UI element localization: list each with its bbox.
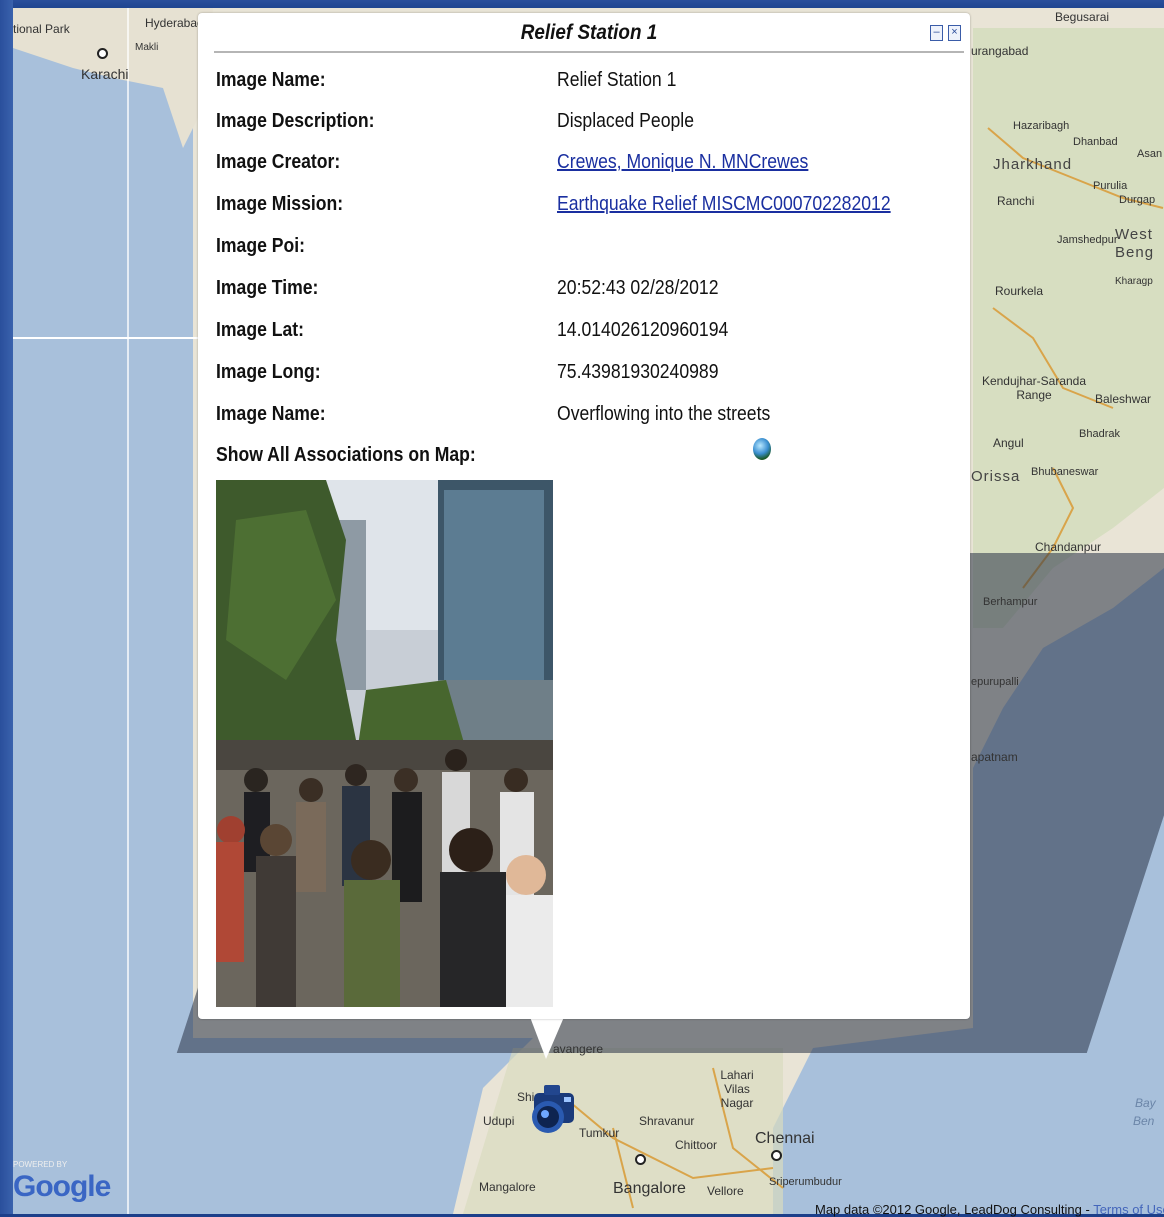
map-label: Makli [135,42,159,53]
terms-of-use-link[interactable]: Terms of Use [1093,1202,1164,1217]
detail-row: Image Long: 75.43981930240989 [216,361,956,391]
detail-label: Image Mission: [216,193,344,215]
detail-label: Image Time: [216,277,319,299]
camera-icon[interactable] [530,1075,578,1143]
map-label: Ranchi [997,194,1035,208]
detail-value: 20:52:43 02/28/2012 [557,277,719,299]
detail-row: Image Name: Overflowing into the streets [216,403,956,433]
map-label: Purulia [1093,180,1128,192]
associations-row: Show All Associations on Map: [216,444,956,474]
map-label: Asan [1137,148,1163,160]
minimize-icon[interactable]: – [930,25,943,41]
map-label: Jamshedpur [1057,234,1118,246]
detail-value: 14.014026120960194 [557,319,729,341]
detail-row: Image Poi: [216,235,956,265]
map-label: Chandanpur [1035,540,1102,554]
info-window: Relief Station 1 – × Image Name: Relief … [198,13,970,1019]
map-label: Hazaribagh [1013,120,1070,132]
close-icon[interactable]: × [948,25,961,41]
map-label: Tumkur [579,1126,620,1140]
map-label: Shravanur [639,1114,695,1128]
detail-value: Displaced People [557,110,694,132]
detail-label: Image Poi: [216,235,306,257]
map-label: Lahari Vilas Nagar [720,1068,754,1110]
map-label: Berhampur [983,596,1038,608]
detail-value: 75.43981930240989 [557,361,719,383]
detail-label: Image Name: [216,69,326,91]
city-marker [635,1154,646,1165]
detail-row: Image Mission: Earthquake Relief MISCMC0… [216,193,956,223]
map-label: Chittoor [675,1138,718,1152]
detail-row: Image Name: Relief Station 1 [216,69,956,99]
image-thumbnail[interactable] [216,480,553,1007]
detail-label: Image Long: [216,361,321,383]
map-label: Bhubaneswar [1031,466,1099,478]
detail-row: Image Creator: Crewes, Monique N. MNCrew… [216,151,956,181]
map-label: Begusarai [1055,10,1110,24]
city-marker [97,48,108,59]
map-label: Durgap [1119,194,1156,206]
map-label: Hyderabad [145,16,204,30]
map-label: Bangalore [613,1180,686,1197]
map-label: Bay [1135,1096,1156,1110]
detail-row: Image Description: Displaced People [216,110,956,140]
map-label: Rourkela [995,284,1044,298]
map-data-text: Map data ©2012 Google, LeadDog Consultin… [815,1202,1094,1217]
info-window-titlebar: Relief Station 1 – × [214,17,964,53]
detail-row: Image Lat: 14.014026120960194 [216,319,956,349]
map-label: Karachi [81,66,129,82]
detail-label: Image Lat: [216,319,305,341]
map-label: Kharagp [1115,276,1153,287]
detail-value: Overflowing into the streets [557,403,771,425]
map-label: West Beng [1115,226,1155,261]
map-label: Sriperumbudur [769,1176,842,1188]
info-window-title: Relief Station 1 [520,21,658,44]
map-label: Jharkhand [993,156,1073,173]
map-label: Chennai [755,1130,815,1147]
map-label: epurupalli [971,676,1019,688]
mission-link[interactable]: Earthquake Relief MISCMC000702282012 [557,193,891,216]
popup-pointer [530,1017,564,1059]
google-logo[interactable]: Google [13,1170,111,1204]
map-label: Ben [1133,1114,1155,1128]
map-label: apatnam [971,750,1018,764]
window-frame-top [0,0,1164,8]
detail-label: Image Name: [216,403,326,425]
map-label: urangabad [971,44,1029,58]
associations-label: Show All Associations on Map: [216,444,476,466]
map-label: Orissa [971,468,1021,485]
map-label: Vellore [707,1184,744,1198]
detail-label: Image Creator: [216,151,341,173]
map-label: Kendujhar-Saranda Range [981,374,1087,402]
map-label: Baleshwar [1095,392,1152,406]
map-label: Udupi [483,1114,515,1128]
map-label: tional Park [13,22,70,36]
detail-value: Relief Station 1 [557,69,677,91]
globe-icon[interactable] [753,438,771,460]
detail-label: Image Description: [216,110,375,132]
photo-crowd-scene [216,480,553,1007]
city-marker [771,1150,782,1161]
creator-link[interactable]: Crewes, Monique N. MNCrewes [557,151,808,174]
map-label: Bhadrak [1079,428,1120,440]
window-frame-left [0,0,13,1214]
map-label: Dhanbad [1073,136,1118,148]
map-label: Angul [993,436,1024,450]
powered-by-label: POWERED BY [13,1160,68,1169]
map-attribution: Map data ©2012 Google, LeadDog Consultin… [815,1202,1164,1217]
detail-row: Image Time: 20:52:43 02/28/2012 [216,277,956,307]
map-label: Mangalore [479,1180,536,1194]
